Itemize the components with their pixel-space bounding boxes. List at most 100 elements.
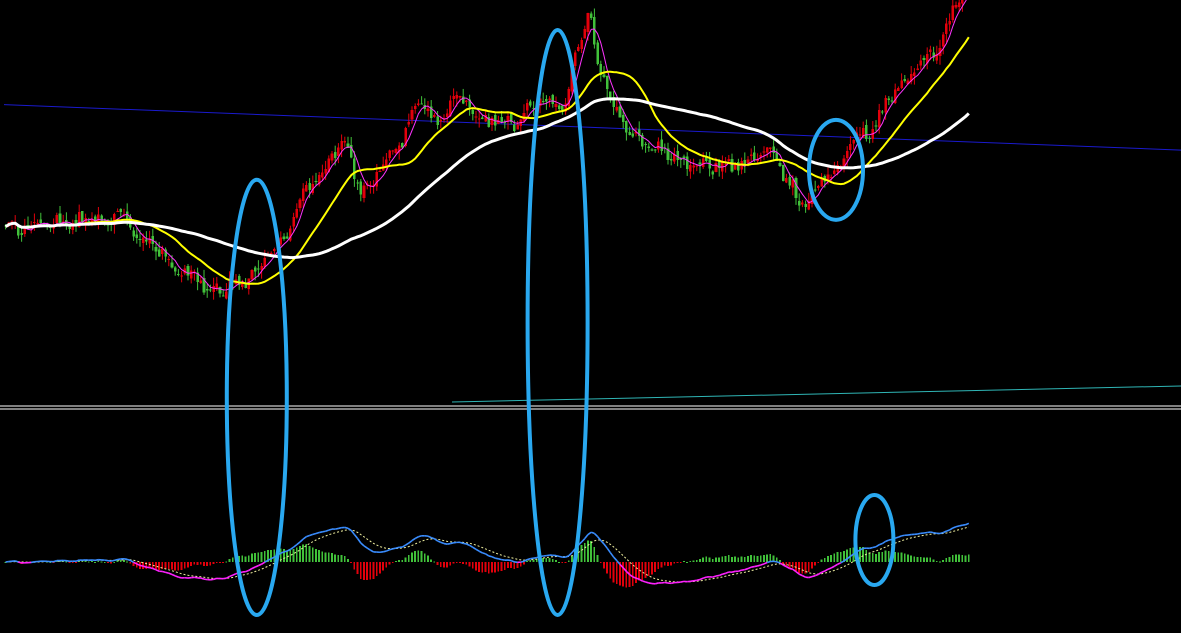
candle-body (394, 148, 398, 154)
histogram-bar (484, 562, 487, 572)
histogram-bar (865, 549, 868, 562)
dif-line-segment (645, 581, 650, 584)
histogram-bar (507, 562, 509, 569)
histogram-bar (241, 555, 244, 562)
histogram-bar (692, 560, 695, 562)
candle-body (285, 236, 289, 239)
histogram-bar (663, 562, 666, 566)
candle-body (145, 239, 148, 242)
histogram-bar (913, 556, 916, 562)
candle-body (221, 295, 225, 297)
dif-line-segment (200, 577, 205, 580)
candle-body (804, 203, 807, 208)
candle-body (922, 57, 926, 61)
candle-body (282, 236, 286, 239)
candle-body (692, 165, 695, 168)
histogram-bar (334, 554, 336, 562)
histogram-bar (91, 561, 93, 563)
histogram-bar (747, 556, 749, 562)
candle-body (801, 202, 804, 205)
histogram-bar (513, 562, 516, 569)
candle-body (74, 220, 78, 224)
candle-body (436, 116, 439, 125)
histogram-bar (740, 556, 743, 562)
histogram-bar (763, 554, 765, 562)
candle-body (452, 95, 455, 100)
histogram-bar (967, 554, 970, 562)
histogram-bar (427, 555, 429, 562)
candle-body (199, 280, 203, 283)
histogram-bar (398, 560, 400, 562)
candle-body (913, 72, 916, 77)
candle-body (340, 141, 343, 150)
histogram-bar (615, 562, 618, 584)
candle-body (481, 117, 484, 119)
candle-body (781, 164, 785, 181)
histogram-bar (97, 560, 100, 562)
histogram-bar (881, 552, 884, 562)
candle-body (669, 158, 673, 161)
candle-body (525, 103, 529, 111)
candle-body (385, 159, 388, 167)
histogram-bar (155, 562, 157, 570)
histogram-bar (430, 559, 432, 562)
histogram-bar (545, 558, 548, 562)
candle-body (737, 161, 740, 171)
candle-body (225, 291, 228, 299)
candle-body (897, 87, 900, 91)
histogram-bar (791, 562, 794, 569)
histogram-bar (500, 562, 503, 571)
histogram-bar (167, 562, 170, 569)
histogram-bar (884, 550, 887, 562)
candle-body (833, 170, 836, 175)
dif-line-segment (165, 571, 169, 574)
candle-body (173, 267, 177, 272)
dif-line-segment (526, 557, 531, 561)
candle-body (890, 100, 894, 102)
dif-line-segment (392, 547, 397, 550)
dif-line-segment (917, 532, 921, 535)
dif-line-segment (117, 558, 121, 561)
histogram-bar (369, 562, 372, 580)
candle-body (333, 151, 337, 158)
histogram-bar (459, 562, 461, 563)
histogram-bar (766, 554, 768, 562)
histogram-bar (510, 562, 512, 568)
dif-line-segment (648, 582, 653, 585)
dif-line-segment (459, 541, 464, 545)
candle-body (541, 101, 545, 103)
dif-line-segment (463, 542, 467, 545)
histogram-bar (171, 562, 173, 570)
histogram-bar (305, 544, 308, 562)
candle-body (471, 109, 475, 114)
histogram-bar (126, 561, 128, 563)
candle-body (551, 94, 555, 104)
histogram-bar (635, 562, 637, 584)
candle-body (778, 162, 782, 167)
candle-body (116, 210, 119, 212)
histogram-bar (564, 562, 567, 563)
histogram-bar (593, 547, 596, 562)
candle-body (180, 275, 183, 277)
histogram-bar (337, 555, 340, 562)
histogram-bar (683, 561, 685, 563)
histogram-bar (942, 560, 944, 562)
histogram-bar (494, 562, 496, 573)
histogram-bar (555, 560, 557, 562)
histogram-bar (94, 561, 96, 563)
histogram-bar (887, 550, 890, 562)
dif-line-segment (501, 558, 505, 561)
candle-body (954, 5, 958, 8)
histogram-bar (686, 561, 688, 563)
candle-body (295, 208, 299, 218)
dif-line-segment (789, 567, 793, 570)
dif-line-segment (306, 534, 310, 538)
histogram-bar (433, 561, 436, 563)
dif-line-segment (894, 536, 899, 539)
histogram-bar (727, 555, 730, 562)
candle-body (308, 182, 311, 191)
dif-line-segment (680, 580, 685, 583)
candle-body (177, 274, 180, 276)
histogram-bar (254, 553, 256, 562)
histogram-bar (331, 552, 333, 562)
